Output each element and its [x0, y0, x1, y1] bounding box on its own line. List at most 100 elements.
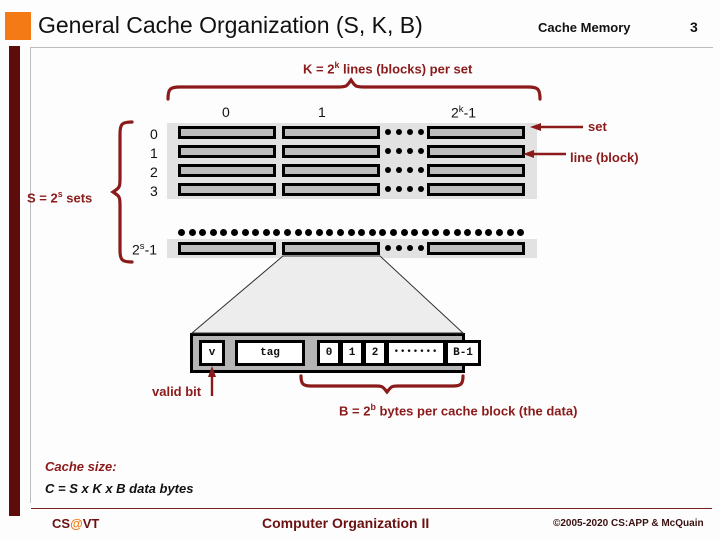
- footer-divider: [31, 508, 712, 509]
- ellipsis-dot: [418, 245, 424, 251]
- line-block-caption: line (block): [570, 150, 639, 165]
- cache-cell[interactable]: [427, 164, 525, 177]
- ellipsis-dot: [411, 229, 418, 236]
- ellipsis-dot: [396, 148, 402, 154]
- ellipsis-dot: [242, 229, 249, 236]
- ellipsis-dot: [385, 129, 391, 135]
- cache-cell[interactable]: [282, 183, 380, 196]
- ellipsis-dot: [422, 229, 429, 236]
- cache-cell-highlighted[interactable]: [282, 242, 380, 255]
- ellipsis-dot: [496, 229, 503, 236]
- byte-cell-2[interactable]: 2: [363, 340, 387, 366]
- ellipsis-dot: [396, 245, 402, 251]
- ellipsis-dot: [507, 229, 514, 236]
- ellipsis-dot: [418, 129, 424, 135]
- ellipsis-dot: [396, 129, 402, 135]
- ellipsis-dot: [396, 167, 402, 173]
- footer-course: Computer Organization II: [262, 515, 430, 531]
- ellipsis-dot: [443, 229, 450, 236]
- ellipsis-dot: [178, 229, 185, 236]
- row-label-2: 2: [150, 164, 158, 180]
- cache-cell[interactable]: [427, 242, 525, 255]
- ellipsis-dot: [316, 229, 323, 236]
- page-title: General Cache Organization (S, K, B): [38, 12, 423, 38]
- header-accent-square: [5, 12, 31, 40]
- cache-cell[interactable]: [427, 145, 525, 158]
- row-label-last: 2s-1: [132, 241, 158, 258]
- at-symbol-icon: @: [70, 516, 83, 531]
- ellipsis-dot: [407, 186, 413, 192]
- ellipsis-dot: [273, 229, 280, 236]
- cache-cell[interactable]: [178, 183, 276, 196]
- ellipsis-dot: [517, 229, 524, 236]
- byte-cell-1[interactable]: 1: [340, 340, 364, 366]
- ellipsis-dot: [326, 229, 333, 236]
- cache-cell[interactable]: [427, 183, 525, 196]
- ellipsis-dot: [432, 229, 439, 236]
- footer-logo: CS@VT: [52, 516, 100, 531]
- cache-cell[interactable]: [282, 126, 380, 139]
- ellipsis-dot: [407, 245, 413, 251]
- cache-size-title: Cache size:: [45, 459, 117, 474]
- ellipsis-dot: [284, 229, 291, 236]
- ellipsis-dot: [252, 229, 259, 236]
- ellipsis-dot: [390, 229, 397, 236]
- cache-cell[interactable]: [178, 164, 276, 177]
- left-accent-bar: [9, 46, 20, 516]
- ellipsis-dot: [189, 229, 196, 236]
- ellipsis-dot: [305, 229, 312, 236]
- row-label-3: 3: [150, 183, 158, 199]
- ellipsis-dot: [348, 229, 355, 236]
- cache-cell[interactable]: [282, 145, 380, 158]
- column-header-last: 2k-1: [451, 104, 477, 121]
- ellipsis-dot: [485, 229, 492, 236]
- ellipsis-dot: [464, 229, 471, 236]
- page-number: 3: [690, 19, 698, 35]
- cache-cell[interactable]: [178, 145, 276, 158]
- column-header-1: 1: [318, 104, 326, 120]
- ellipsis-dot: [369, 229, 376, 236]
- byte-cell-last[interactable]: B-1: [445, 340, 481, 366]
- ellipsis-dot: [220, 229, 227, 236]
- ellipsis-dot: [337, 229, 344, 236]
- byte-cell-0[interactable]: 0: [317, 340, 341, 366]
- ellipsis-dot: [401, 229, 408, 236]
- b-caption: B = 2b bytes per cache block (the data): [339, 402, 578, 419]
- ellipsis-dot: [418, 167, 424, 173]
- valid-bit-caption: valid bit: [152, 384, 202, 399]
- valid-bit-cell[interactable]: v: [199, 340, 225, 366]
- ellipsis-dot: [396, 186, 402, 192]
- row-label-0: 0: [150, 126, 158, 142]
- ellipsis-dot: [210, 229, 217, 236]
- set-caption: set: [588, 119, 607, 134]
- row-label-1: 1: [150, 145, 158, 161]
- ellipsis-dot: [358, 229, 365, 236]
- ellipsis-dot: [385, 245, 391, 251]
- tag-cell[interactable]: tag: [235, 340, 305, 366]
- cache-cell[interactable]: [178, 242, 276, 255]
- slide-root: General Cache Organization (S, K, B) Cac…: [0, 0, 720, 540]
- header-subject: Cache Memory: [538, 20, 631, 35]
- ellipsis-dot: [407, 129, 413, 135]
- ellipsis-dot: [407, 148, 413, 154]
- s-caption: S = 2s sets: [27, 189, 93, 206]
- ellipsis-dot: [475, 229, 482, 236]
- footer-copyright: ©2005-2020 CS:APP & McQuain: [553, 518, 704, 529]
- cache-cell[interactable]: [178, 126, 276, 139]
- ellipsis-dot: [407, 167, 413, 173]
- ellipsis-dot: [385, 148, 391, 154]
- ellipsis-dot: [231, 229, 238, 236]
- byte-ellipsis-cell: •••••••: [386, 340, 446, 366]
- cache-size-equation: C = S x K x B data bytes: [45, 481, 194, 496]
- ellipsis-dot: [263, 229, 270, 236]
- ellipsis-dot: [385, 186, 391, 192]
- cache-cell[interactable]: [282, 164, 380, 177]
- ellipsis-dot: [379, 229, 386, 236]
- ellipsis-dot: [199, 229, 206, 236]
- ellipsis-dot: [385, 167, 391, 173]
- ellipsis-dot: [418, 148, 424, 154]
- ellipsis-dot: [418, 186, 424, 192]
- ellipsis-dot: [454, 229, 461, 236]
- cache-cell[interactable]: [427, 126, 525, 139]
- content-frame: [30, 47, 713, 503]
